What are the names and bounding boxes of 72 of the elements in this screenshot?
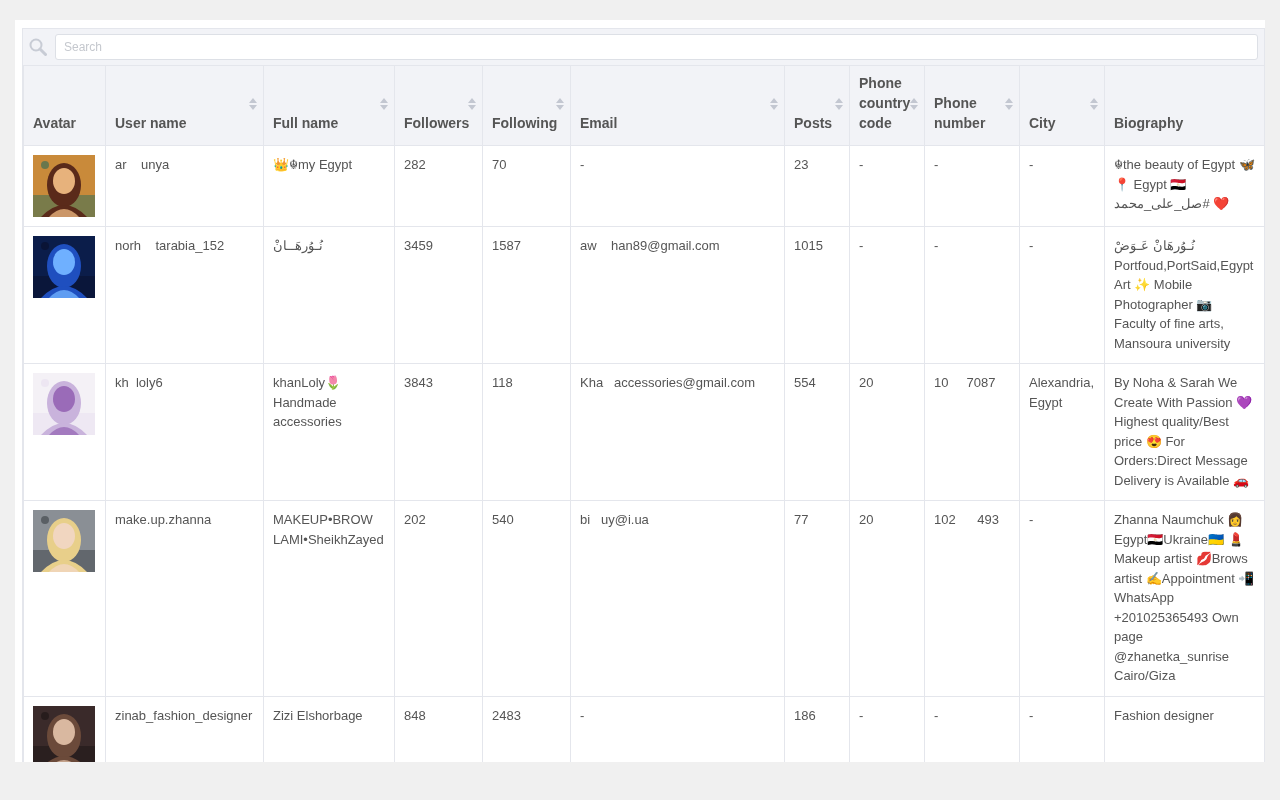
table-cell-text: Alexandria, Egypt xyxy=(1029,374,1095,412)
table-cell-text: 118 xyxy=(492,374,514,392)
table-cell-text: 3459 xyxy=(404,237,434,255)
sort-icon[interactable] xyxy=(910,98,918,110)
table-cell-text: Zizi Elshorbage xyxy=(273,706,364,725)
table-cell-text: 👑☬my Egypt xyxy=(273,156,354,174)
sort-icon[interactable] xyxy=(1090,98,1098,110)
search-icon xyxy=(29,38,47,56)
table-cell-text: aw han89@gmail.com xyxy=(580,237,721,255)
table-cell-text: norh tarabia_152 xyxy=(115,237,226,255)
column-header[interactable]: Followers xyxy=(394,65,483,146)
table-cell-text: bi uy@i.ua xyxy=(580,511,650,529)
sort-icon[interactable] xyxy=(835,98,843,110)
table-cell-text: نُـوُرهَانْ عَـوَضْ Portfoud,PortSaid,Egypt Art ✨ Mobile Photographer 📷 Faculty of fine arts, Mansoura university xyxy=(1114,237,1255,353)
sort-icon[interactable] xyxy=(468,98,476,110)
sort-icon[interactable] xyxy=(380,98,388,110)
table-cell-text: 848 xyxy=(404,706,427,725)
search-field[interactable]: Search xyxy=(55,34,1258,60)
table-cell-text: - xyxy=(934,156,940,174)
table-cell-text: - xyxy=(859,156,865,174)
table-cell-text: 186 xyxy=(794,706,817,725)
column-header: Biography xyxy=(1104,65,1265,146)
table-cell-text: - xyxy=(580,706,586,725)
table-cell-text: khanLoly🌷 Handmade accessories xyxy=(273,374,343,431)
table-cell-text: 10 7087 xyxy=(934,374,997,392)
table-cell-text: 282 xyxy=(404,156,427,174)
sort-icon[interactable] xyxy=(556,98,564,110)
table-cell-text: 3843 xyxy=(404,374,434,392)
table-cell-text: 20 xyxy=(859,374,875,392)
table-cell-text: ☬the beauty of Egypt 🦋📍 Egypt 🇪🇬 صل_على_محمد# ❤ xyxy=(1114,156,1255,213)
table-cell-text: - xyxy=(934,706,940,725)
sort-icon[interactable] xyxy=(1005,98,1013,110)
table-cell-text: - xyxy=(859,237,865,255)
table-cell-text: 77 xyxy=(794,511,810,529)
table-cell-text: 202 xyxy=(404,511,427,529)
column-header[interactable]: City xyxy=(1019,65,1105,146)
column-header[interactable]: Following xyxy=(482,65,571,146)
table-cell-text: By Noha & Sarah We Create With Passion 💜 Highest quality/Best price 😍 For Orders:Direct Message Delivery is Available 🚗 xyxy=(1114,374,1254,490)
table-cell-text: 102 493 xyxy=(934,511,1001,529)
column-header[interactable]: Full name xyxy=(263,65,395,146)
column-header[interactable]: Phone country code xyxy=(849,65,925,146)
table-cell-text: ar unya xyxy=(115,156,171,174)
table-cell-text: zinab_fashion_designer xyxy=(115,706,254,725)
table-cell-text: 1587 xyxy=(492,237,522,255)
table-cell-text: - xyxy=(1029,237,1035,255)
table-cell-text: - xyxy=(1029,511,1035,529)
column-header[interactable]: User name xyxy=(105,65,264,146)
column-header[interactable]: Email xyxy=(570,65,785,146)
table-cell-text: - xyxy=(580,156,586,174)
column-header[interactable]: Phone number xyxy=(924,65,1020,146)
sort-icon[interactable] xyxy=(249,98,257,110)
table-cell-text: 23 xyxy=(794,156,810,174)
table-cell-text: 1015 xyxy=(794,237,824,255)
table-cell-text: kh loly6 xyxy=(115,374,164,392)
table-cell-text: - xyxy=(1029,156,1035,174)
table-cell-text: 554 xyxy=(794,374,817,392)
table-cell-text: - xyxy=(1029,706,1035,725)
table-cell-text: 20 xyxy=(859,511,875,529)
table-cell-text: - xyxy=(859,706,865,725)
table-cell-text: - xyxy=(934,237,940,255)
table-cell-text: Kha accessories@gmail.com xyxy=(580,374,757,392)
table-cell-text: 540 xyxy=(492,511,515,529)
column-header[interactable]: Posts xyxy=(784,65,850,146)
table-cell-text: make.up.zhanna xyxy=(115,511,213,529)
table-cell-text: Fashion designer xyxy=(1114,706,1215,725)
table-cell-text: MAKEUP•BROW LAMI•SheikhZayed xyxy=(273,511,385,549)
table-cell-text: نُـوُرهَــانْ xyxy=(273,237,324,256)
table-cell-text: 70 xyxy=(492,156,508,174)
table-cell-text: 2483 xyxy=(492,706,522,725)
column-header: Avatar xyxy=(23,65,106,146)
sort-icon[interactable] xyxy=(770,98,778,110)
table-cell-text: Zhanna Naumchuk 👩 Egypt🇪🇬Ukraine🇺🇦 💄 Makeup artist 💋Brows artist ✍Appointment 📲WhatsApp +201025365493 Own page @zhanetka_sunrise Cairo/Giza xyxy=(1114,511,1255,685)
